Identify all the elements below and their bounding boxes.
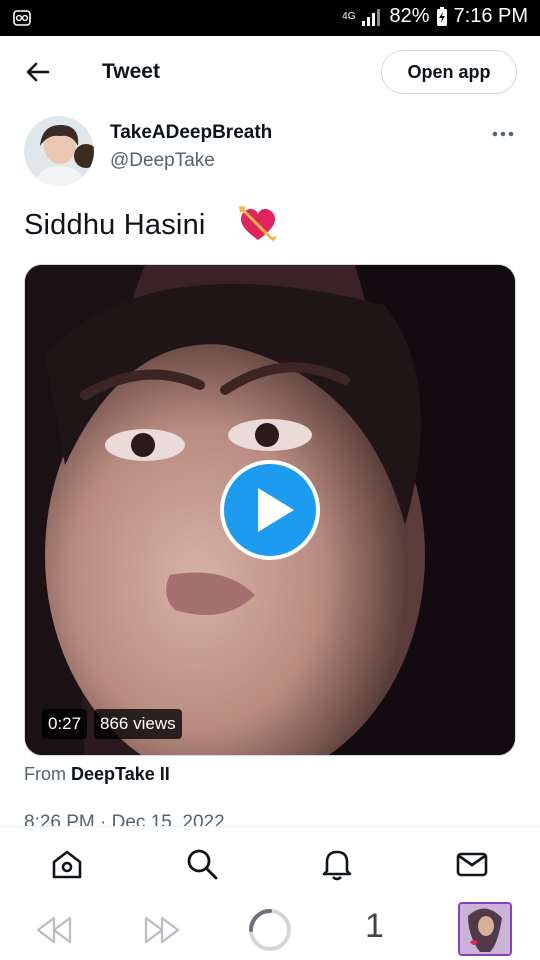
source-name[interactable]: DeepTake II [71, 764, 170, 784]
open-app-button[interactable]: Open app [381, 50, 517, 94]
back-icon[interactable] [34, 914, 74, 946]
messages-icon[interactable] [455, 847, 489, 881]
page-title: Tweet [102, 60, 160, 83]
network-type: 4G [342, 11, 356, 22]
status-bar: 4G 82% 7:16 PM [0, 0, 540, 36]
more-options-icon[interactable] [490, 124, 516, 144]
avatar[interactable] [24, 116, 94, 186]
play-button[interactable] [220, 460, 320, 560]
heart-with-arrow-icon [239, 206, 277, 242]
video-views: 866 views [94, 709, 182, 739]
tab-count[interactable]: 1 [365, 907, 384, 946]
notification-icon [13, 10, 31, 26]
home-icon[interactable] [50, 847, 84, 881]
from-label: From [24, 764, 66, 784]
tweet-text: Siddhu Hasini [24, 209, 206, 241]
author-handle[interactable]: @DeepTake [110, 150, 215, 172]
author-name[interactable]: TakeADeepBreath [110, 122, 272, 144]
battery-percent: 82% [389, 5, 430, 27]
bottom-nav [0, 826, 540, 897]
video-duration: 0:27 [42, 709, 88, 739]
tab-thumbnail[interactable] [458, 902, 512, 956]
notifications-icon[interactable] [320, 847, 354, 881]
search-icon[interactable] [185, 847, 219, 881]
back-arrow-icon[interactable] [22, 56, 54, 88]
battery-icon [436, 6, 447, 26]
signal-icon [362, 8, 381, 26]
tweet-timestamp[interactable]: 8:26 PM · Dec 15, 2022 [24, 812, 225, 826]
clock: 7:16 PM [453, 5, 528, 27]
reload-icon[interactable] [246, 906, 294, 954]
forward-icon[interactable] [142, 914, 182, 946]
from-source: From DeepTake II [24, 764, 170, 785]
